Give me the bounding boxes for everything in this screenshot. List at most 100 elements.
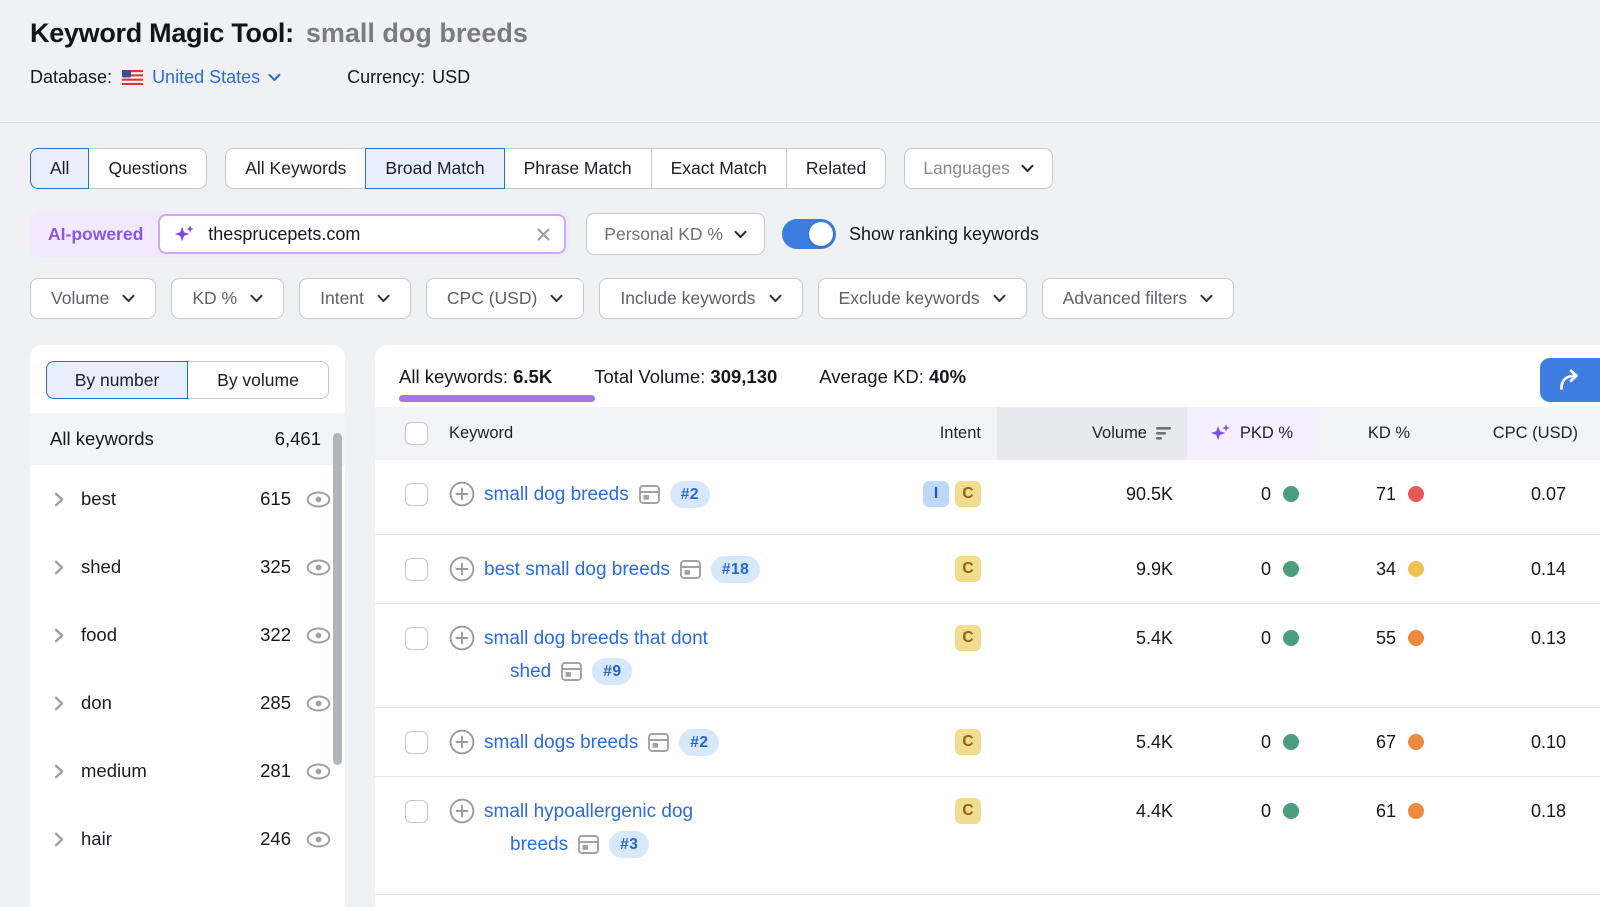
cpc-column-header[interactable]: CPC (USD) xyxy=(1440,407,1600,460)
keyword-link[interactable]: best small dog breeds xyxy=(484,556,670,583)
keyword-link[interactable]: small dog breeds xyxy=(484,481,629,508)
sidebar-tab-by-number[interactable]: By number xyxy=(46,361,188,399)
row-checkbox[interactable] xyxy=(405,483,428,506)
row-checkbox[interactable] xyxy=(405,558,428,581)
pkd-column-header[interactable]: PKD % xyxy=(1187,407,1315,460)
keyword-column-header[interactable]: Keyword xyxy=(449,407,882,460)
group-count: 325 xyxy=(260,556,291,578)
eye-icon[interactable] xyxy=(306,627,331,644)
intent-badge-c[interactable]: C xyxy=(955,625,981,651)
position-badge[interactable]: #2 xyxy=(679,729,719,756)
all-keywords-row[interactable]: All keywords 6,461 xyxy=(30,413,345,465)
tab-exact-match[interactable]: Exact Match xyxy=(651,148,787,189)
languages-dropdown[interactable]: Languages xyxy=(904,148,1053,189)
filter-advanced-filters-dropdown[interactable]: Advanced filters xyxy=(1042,278,1235,319)
all-keywords-stat-label: All keywords: xyxy=(399,366,508,387)
filter-include-keywords-dropdown[interactable]: Include keywords xyxy=(599,278,802,319)
sidebar-group-best[interactable]: best615 xyxy=(30,465,345,533)
sidebar-group-don[interactable]: don285 xyxy=(30,669,345,737)
kd-column-header[interactable]: KD % xyxy=(1315,407,1440,460)
serp-features-icon[interactable] xyxy=(578,835,599,854)
eye-icon[interactable] xyxy=(306,831,331,848)
sidebar-scrollbar[interactable] xyxy=(333,433,342,765)
volume-cell: 9.9K xyxy=(997,556,1187,583)
serp-features-icon[interactable] xyxy=(561,662,582,681)
select-all-checkbox[interactable] xyxy=(405,422,428,445)
kd-dot xyxy=(1408,486,1424,502)
add-keyword-icon[interactable] xyxy=(449,481,475,507)
chevron-down-icon xyxy=(250,294,263,303)
filter-volume-dropdown[interactable]: Volume xyxy=(30,278,156,319)
keyword-link[interactable]: small dog breeds that dont xyxy=(484,625,708,652)
keyword-link[interactable]: breeds xyxy=(510,831,568,858)
average-kd-value: 40% xyxy=(929,366,966,387)
clear-search-icon[interactable] xyxy=(536,227,551,242)
volume-cell: 5.4K xyxy=(997,729,1187,756)
eye-icon[interactable] xyxy=(306,763,331,780)
keyword-link[interactable]: shed xyxy=(510,658,551,685)
intent-badge-c[interactable]: C xyxy=(955,798,981,824)
cpc-cell: 0.14 xyxy=(1440,556,1600,583)
chevron-down-icon xyxy=(1021,164,1034,173)
position-badge[interactable]: #18 xyxy=(711,556,760,583)
tab-all[interactable]: All xyxy=(30,148,89,189)
average-kd-stat: Average KD: 40% xyxy=(819,366,966,388)
intent-badge-i[interactable]: I xyxy=(923,481,949,507)
eye-icon[interactable] xyxy=(306,559,331,576)
filter-kd--dropdown[interactable]: KD % xyxy=(171,278,284,319)
pkd-dot xyxy=(1283,630,1299,646)
domain-search-box[interactable] xyxy=(158,214,566,254)
volume-column-header[interactable]: Volume xyxy=(997,407,1187,460)
cpc-cell: 0.13 xyxy=(1440,625,1600,652)
keyword-link[interactable]: small dogs breeds xyxy=(484,729,638,756)
row-checkbox-cell xyxy=(375,481,449,506)
row-checkbox[interactable] xyxy=(405,627,428,650)
add-keyword-icon[interactable] xyxy=(449,556,475,582)
position-badge[interactable]: #3 xyxy=(609,831,649,858)
tab-all-keywords[interactable]: All Keywords xyxy=(225,148,366,189)
tab-broad-match[interactable]: Broad Match xyxy=(365,148,504,189)
toggle-knob xyxy=(809,222,833,246)
row-checkbox[interactable] xyxy=(405,731,428,754)
pkd-cell: 0 xyxy=(1187,481,1315,508)
chevron-down-icon xyxy=(268,73,281,82)
total-volume-label: Total Volume: xyxy=(594,366,705,387)
position-badge[interactable]: #2 xyxy=(670,481,710,508)
row-checkbox[interactable] xyxy=(405,800,428,823)
chevron-right-icon xyxy=(54,832,64,847)
add-keyword-icon[interactable] xyxy=(449,729,475,755)
intent-badge-c[interactable]: C xyxy=(955,729,981,755)
domain-search-input[interactable] xyxy=(206,223,536,246)
add-keyword-icon[interactable] xyxy=(449,625,475,651)
volume-value: 90.5K xyxy=(1126,481,1173,508)
add-keyword-icon[interactable] xyxy=(449,798,475,824)
filter-intent-dropdown[interactable]: Intent xyxy=(299,278,411,319)
serp-features-icon[interactable] xyxy=(648,733,669,752)
kd-dot xyxy=(1408,734,1424,750)
filter-exclude-keywords-dropdown[interactable]: Exclude keywords xyxy=(818,278,1027,319)
intent-badge-c[interactable]: C xyxy=(955,556,981,582)
share-export-button[interactable] xyxy=(1540,358,1600,402)
serp-features-icon[interactable] xyxy=(639,485,660,504)
serp-features-icon[interactable] xyxy=(680,560,701,579)
cpc-column-label: CPC (USD) xyxy=(1493,424,1578,443)
intent-column-header[interactable]: Intent xyxy=(882,407,997,460)
database-selector[interactable]: United States xyxy=(122,67,281,88)
eye-icon[interactable] xyxy=(306,695,331,712)
sidebar-tab-by-volume[interactable]: By volume xyxy=(187,361,329,399)
filter-cpc-usd--dropdown[interactable]: CPC (USD) xyxy=(426,278,584,319)
keyword-link[interactable]: small hypoallergenic dog xyxy=(484,798,693,825)
tab-phrase-match[interactable]: Phrase Match xyxy=(504,148,652,189)
position-badge[interactable]: #9 xyxy=(592,658,632,685)
tab-questions[interactable]: Questions xyxy=(88,148,207,189)
sidebar-group-shed[interactable]: shed325 xyxy=(30,533,345,601)
show-ranking-keywords-toggle[interactable] xyxy=(782,219,836,249)
sidebar-group-medium[interactable]: medium281 xyxy=(30,737,345,805)
intent-badge-c[interactable]: C xyxy=(955,481,981,507)
personal-kd-dropdown[interactable]: Personal KD % xyxy=(586,213,765,255)
search-query-title: small dog breeds xyxy=(306,18,528,49)
tab-related[interactable]: Related xyxy=(786,148,886,189)
eye-icon[interactable] xyxy=(306,491,331,508)
sidebar-group-food[interactable]: food322 xyxy=(30,601,345,669)
sidebar-group-hair[interactable]: hair246 xyxy=(30,805,345,873)
